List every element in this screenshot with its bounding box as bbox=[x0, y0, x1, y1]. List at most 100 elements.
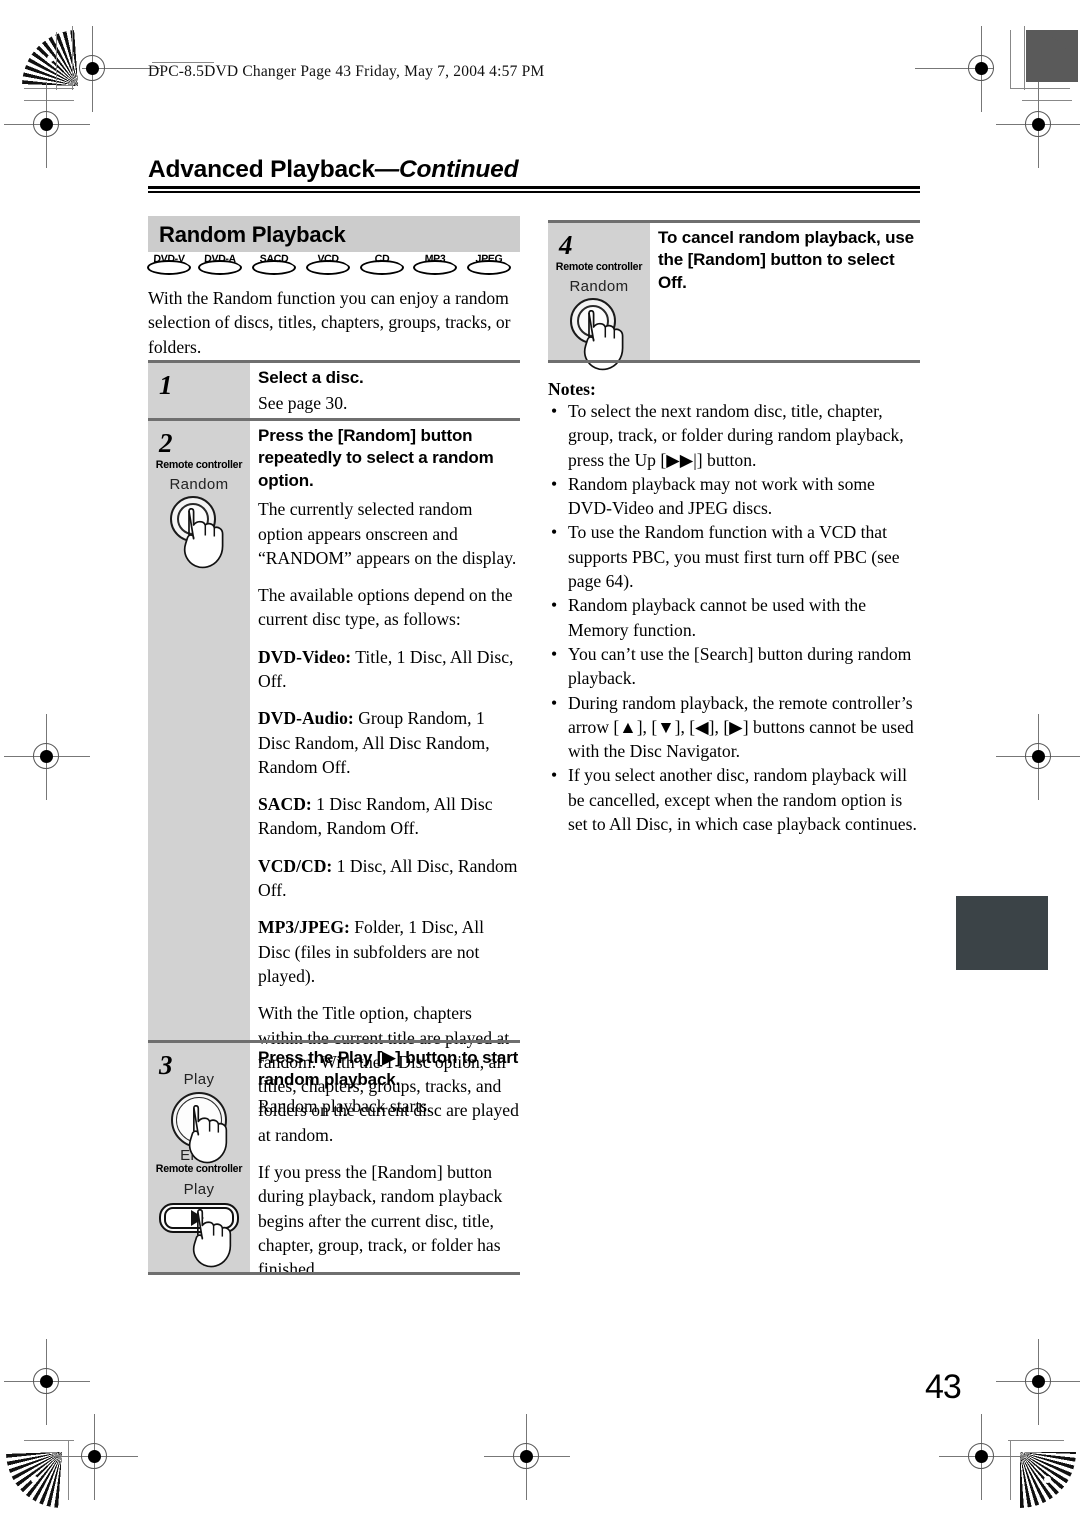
jog-dial-top-caption: Play bbox=[183, 1071, 215, 1088]
registration-mark-right-lower bbox=[996, 1339, 1080, 1425]
bullet-icon: • bbox=[551, 692, 558, 713]
disc-option-line: DVD-Audio: Group Random, 1 Disc Random, … bbox=[258, 706, 520, 779]
note-item: • To select the next random disc, title,… bbox=[548, 399, 920, 472]
crop-line-top-right-h bbox=[1010, 88, 1070, 90]
bullet-icon: • bbox=[551, 765, 558, 786]
manual-page: DPC-8.5DVD Changer Page 43 Friday, May 7… bbox=[0, 0, 1080, 1528]
step-row-3: 3 Play Enter Remote controller Play bbox=[148, 1040, 520, 1272]
step-number: 4 bbox=[559, 230, 573, 260]
disc-option-line: MP3/JPEG: Folder, 1 Disc, All Disc (file… bbox=[258, 915, 520, 988]
note-text: During random playback, the remote contr… bbox=[568, 692, 914, 762]
pointing-hand-icon bbox=[192, 1209, 232, 1268]
bullet-icon: • bbox=[551, 595, 558, 616]
print-target-fan-bottom-left bbox=[6, 1452, 62, 1508]
chapter-continued-text: —Continued bbox=[374, 156, 519, 183]
pointing-hand-icon bbox=[183, 508, 224, 569]
random-button-caption: Random bbox=[169, 476, 229, 493]
remote-controller-label: Remote controller bbox=[555, 261, 643, 273]
crop-line-bottom-left-h bbox=[24, 1440, 74, 1442]
page-title: Advanced Playback—Continued bbox=[148, 156, 519, 184]
random-button-caption: Random bbox=[569, 278, 629, 295]
disc-format-badges: DVD-V DVD-A SACD VCD CD MP3 JPEG bbox=[147, 253, 527, 281]
notes-heading: Notes: bbox=[548, 379, 596, 399]
step-heading: Select a disc. bbox=[258, 368, 364, 387]
disc-badge-vcd: VCD bbox=[306, 253, 352, 277]
step-bottom-divider bbox=[548, 360, 920, 363]
step-bottom-divider bbox=[148, 1272, 520, 1275]
disc-badge-label: VCD bbox=[317, 253, 339, 265]
crop-line-bottom-right-h bbox=[1008, 1440, 1064, 1442]
step-row-1: 1 Select a disc. See page 30. bbox=[148, 360, 520, 418]
disc-option-type: VCD/CD: bbox=[258, 855, 333, 876]
step-paragraph: The available options depend on the curr… bbox=[258, 585, 513, 630]
notes-list: • To select the next random disc, title,… bbox=[548, 399, 920, 836]
thumb-index-tab bbox=[956, 896, 1048, 970]
note-item: • You can’t use the [Search] button duri… bbox=[548, 642, 920, 691]
page-number: 43 bbox=[925, 1368, 962, 1406]
note-item: • Random playback may not work with some… bbox=[548, 472, 920, 521]
section-heading-label: Random Playback bbox=[159, 222, 346, 247]
crop-line-top-right-v bbox=[1010, 30, 1012, 88]
note-item: • If you select another disc, random pla… bbox=[548, 763, 920, 836]
note-item: • During random playback, the remote con… bbox=[548, 691, 920, 764]
disc-badge-label: JPEG bbox=[475, 253, 503, 265]
step-number-column: 2 Remote controller Random bbox=[148, 421, 250, 1040]
note-item: • To use the Random function with a VCD … bbox=[548, 520, 920, 593]
disc-badge-dvd-v: DVD-V bbox=[147, 253, 193, 277]
play-button-illustration: Play bbox=[148, 1181, 250, 1273]
step-number: 2 bbox=[159, 428, 173, 458]
disc-badge-jpeg: JPEG bbox=[467, 253, 513, 277]
crop-line-top-left-v bbox=[56, 32, 58, 90]
crop-line-bottom-right-v bbox=[1010, 1440, 1012, 1500]
disc-badge-label: SACD bbox=[259, 253, 289, 265]
pointing-hand-icon bbox=[188, 1105, 228, 1164]
section-heading-band: Random Playback bbox=[148, 216, 520, 252]
step-number-column: 3 Play Enter Remote controller Play bbox=[148, 1043, 250, 1272]
step-paragraph: Random playback starts. bbox=[258, 1095, 432, 1116]
disc-badge-cd: CD bbox=[360, 253, 406, 277]
disc-option-line: SACD: 1 Disc Random, All Disc Random, Ra… bbox=[258, 792, 520, 841]
title-rule bbox=[148, 186, 920, 194]
chapter-title-text: Advanced Playback bbox=[148, 156, 375, 183]
registration-mark-right-mid bbox=[996, 714, 1080, 800]
step-body: To cancel random playback, use the [Rand… bbox=[658, 227, 920, 294]
registration-mark-bottom-left bbox=[52, 1414, 138, 1500]
remote-controller-label: Remote controller bbox=[155, 1163, 243, 1175]
disc-badge-label: DVD-V bbox=[153, 253, 185, 265]
registration-mark-bottom-right bbox=[484, 1414, 570, 1500]
disc-badge-label: DVD-A bbox=[203, 253, 237, 265]
disc-option-type: SACD: bbox=[258, 794, 312, 815]
step-heading: Press the [Random] button repeatedly to … bbox=[258, 426, 494, 490]
disc-option-type: DVD-Video: bbox=[258, 646, 352, 667]
registration-mark-left-lower bbox=[4, 1339, 90, 1425]
bullet-icon: • bbox=[551, 401, 558, 421]
registration-mark-top-right bbox=[915, 26, 1009, 112]
disc-option-type: DVD-Audio: bbox=[258, 708, 354, 729]
bullet-icon: • bbox=[551, 522, 558, 543]
disc-badge-sacd: SACD bbox=[252, 253, 298, 277]
registration-mark-top-left bbox=[66, 26, 160, 112]
section-intro-text: With the Random function you can enjoy a… bbox=[148, 288, 511, 357]
step-number-column: 1 bbox=[148, 363, 250, 418]
step-number-column: 4 Remote controller Random bbox=[548, 223, 650, 371]
note-item: • Random playback cannot be used with th… bbox=[548, 593, 920, 642]
pointing-hand-icon bbox=[583, 310, 624, 371]
note-text: You can’t use the [Search] button during… bbox=[568, 643, 912, 689]
disc-badge-label: MP3 bbox=[424, 253, 446, 265]
registration-mark-left-upper bbox=[4, 82, 90, 168]
print-target-fan-bottom-right bbox=[1020, 1452, 1076, 1508]
step-heading: To cancel random playback, use the [Rand… bbox=[658, 228, 914, 292]
bullet-icon: • bbox=[551, 643, 558, 664]
note-text: To use the Random function with a VCD th… bbox=[568, 522, 900, 592]
disc-option-line: VCD/CD: 1 Disc, All Disc, Random Off. bbox=[258, 854, 520, 903]
play-button-caption: Play bbox=[183, 1181, 215, 1198]
disc-option-line: DVD-Video: Title, 1 Disc, All Disc, Off. bbox=[258, 645, 520, 694]
print-header: DPC-8.5DVD Changer Page 43 Friday, May 7… bbox=[148, 63, 545, 80]
disc-badge-dvd-a: DVD-A bbox=[198, 253, 244, 277]
bullet-icon: • bbox=[551, 473, 558, 494]
disc-badge-label: CD bbox=[374, 253, 390, 265]
step-paragraph: See page 30. bbox=[258, 393, 348, 414]
step-heading: Press the Play [▶] button to start rando… bbox=[258, 1048, 519, 1090]
print-header-underline bbox=[152, 62, 214, 64]
registration-mark-bottom-right-2 bbox=[939, 1414, 1025, 1500]
